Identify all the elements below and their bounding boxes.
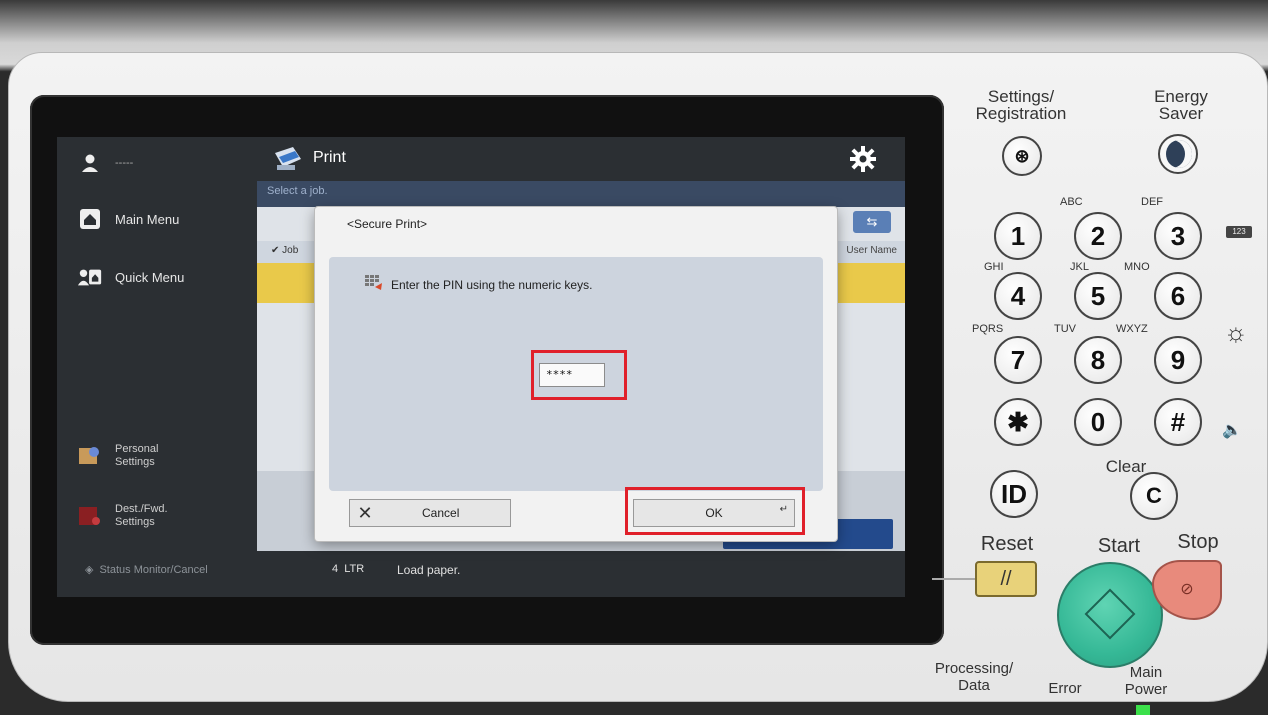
volume-icon[interactable]: 🔈 xyxy=(1222,420,1242,440)
main-power-label: Main Power xyxy=(1124,664,1168,698)
refresh-icon: ⇆ xyxy=(866,214,878,229)
user-icon xyxy=(77,151,103,175)
select-prompt: Select a job. xyxy=(267,185,328,197)
sidebar-item-personal-settings[interactable]: Personal Settings xyxy=(77,443,158,469)
status-monitor-button[interactable]: ◈ Status Monitor/Cancel xyxy=(85,563,208,577)
key-4-letters: GHI xyxy=(984,261,1004,273)
key-2-letters: ABC xyxy=(1060,196,1083,208)
key-8-letters: TUV xyxy=(1054,323,1076,335)
keypad-icon xyxy=(365,275,383,294)
key-2[interactable]: 2 xyxy=(1074,212,1122,260)
stop-label: Stop xyxy=(1177,531,1219,553)
pin-highlight-box xyxy=(531,350,627,400)
key-7[interactable]: 7 xyxy=(994,336,1042,384)
sidebar-item-label: Personal Settings xyxy=(115,443,159,468)
clear-key[interactable]: C xyxy=(1130,472,1178,520)
quick-menu-icon xyxy=(77,265,103,289)
key-3-letters: DEF xyxy=(1141,196,1163,208)
page-title: Print xyxy=(313,149,346,166)
paper-status: 4 LTR xyxy=(332,563,365,575)
id-key[interactable]: ID xyxy=(990,470,1038,518)
status-monitor-label: Status Monitor/Cancel xyxy=(99,563,208,576)
key-hash[interactable]: # xyxy=(1154,398,1202,446)
user-name: ----- xyxy=(115,157,134,169)
settings-registration-key[interactable]: ⊛ xyxy=(1002,136,1042,176)
processing-data-label: Processing/ Data xyxy=(934,660,1014,694)
dialog-title: <Secure Print> xyxy=(347,217,428,231)
settings-key-icon: ⊛ xyxy=(1014,146,1030,166)
stop-icon: ⊘ xyxy=(1180,581,1194,598)
status-bar: ◈ Status Monitor/Cancel 4 LTR Load paper… xyxy=(57,551,905,597)
main-power-led xyxy=(1136,705,1150,715)
secure-print-dialog: <Secure Print> Enter the PIN using the n… xyxy=(315,207,837,541)
brightness-icon[interactable]: ☼ xyxy=(1224,317,1248,348)
key-8[interactable]: 8 xyxy=(1074,336,1122,384)
key-6-letters: MNO xyxy=(1124,261,1150,273)
key-9[interactable]: 9 xyxy=(1154,336,1202,384)
close-icon: ✕ xyxy=(357,502,373,523)
touch-screen: ----- Main Menu Quick Menu Personal Sett… xyxy=(57,137,905,597)
dest-fwd-settings-icon xyxy=(77,504,103,528)
key-7-letters: PQRS xyxy=(972,323,1004,335)
numeric-mode-badge: 123 xyxy=(1226,226,1252,238)
key-3[interactable]: 3 xyxy=(1154,212,1202,260)
sidebar-item-quick-menu[interactable]: Quick Menu xyxy=(77,265,184,289)
status-message: Load paper. xyxy=(397,563,461,577)
error-label: Error xyxy=(1048,680,1082,697)
divider xyxy=(932,578,976,580)
dialog-message: Enter the PIN using the numeric keys. xyxy=(365,275,592,294)
key-0[interactable]: 0 xyxy=(1074,398,1122,446)
dialog-message-text: Enter the PIN using the numeric keys. xyxy=(391,277,593,292)
sidebar-item-main-menu[interactable]: Main Menu xyxy=(77,207,179,231)
key-4[interactable]: 4 xyxy=(994,272,1042,320)
print-icon xyxy=(271,143,305,178)
key-5-letters: JKL xyxy=(1070,261,1089,273)
start-label: Start xyxy=(1097,535,1141,557)
job-column-label: Job xyxy=(282,245,299,256)
reset-icon: // xyxy=(1000,568,1012,590)
moon-icon xyxy=(1166,140,1192,168)
sidebar-item-label: Quick Menu xyxy=(115,269,185,285)
key-asterisk[interactable]: ✱ xyxy=(994,398,1042,446)
sidebar-item-label: Dest./Fwd. Settings xyxy=(115,503,168,528)
settings-registration-label: Settings/ Registration xyxy=(975,87,1067,123)
sidebar: ----- Main Menu Quick Menu Personal Sett… xyxy=(57,137,257,597)
sidebar-item-label: Main Menu xyxy=(115,211,180,227)
login-user[interactable]: ----- xyxy=(77,151,133,175)
key-5[interactable]: 5 xyxy=(1074,272,1122,320)
gear-icon[interactable] xyxy=(849,145,877,178)
energy-saver-label: Energy Saver xyxy=(1154,87,1208,123)
key-6[interactable]: 6 xyxy=(1154,272,1202,320)
key-1[interactable]: 1 xyxy=(994,212,1042,260)
select-strip: Select a job. xyxy=(257,181,905,207)
reset-label: Reset xyxy=(980,533,1034,555)
job-column-header[interactable]: ✔ Job xyxy=(271,245,298,256)
cancel-button[interactable]: ✕ Cancel xyxy=(349,499,511,527)
ok-highlight-box xyxy=(625,487,805,535)
title-bar: Print xyxy=(257,137,905,181)
home-icon xyxy=(77,207,103,231)
status-monitor-icon: ◈ xyxy=(85,564,94,576)
reset-key[interactable]: // xyxy=(975,561,1037,597)
dialog-body: Enter the PIN using the numeric keys. **… xyxy=(329,257,823,491)
cancel-label: Cancel xyxy=(422,506,460,520)
personal-settings-icon xyxy=(77,444,103,468)
sidebar-item-dest-fwd-settings[interactable]: Dest./Fwd. Settings xyxy=(77,503,168,529)
key-9-letters: WXYZ xyxy=(1116,323,1148,335)
refresh-button[interactable]: ⇆ xyxy=(853,211,891,233)
user-name-column-header[interactable]: User Name xyxy=(846,245,897,256)
